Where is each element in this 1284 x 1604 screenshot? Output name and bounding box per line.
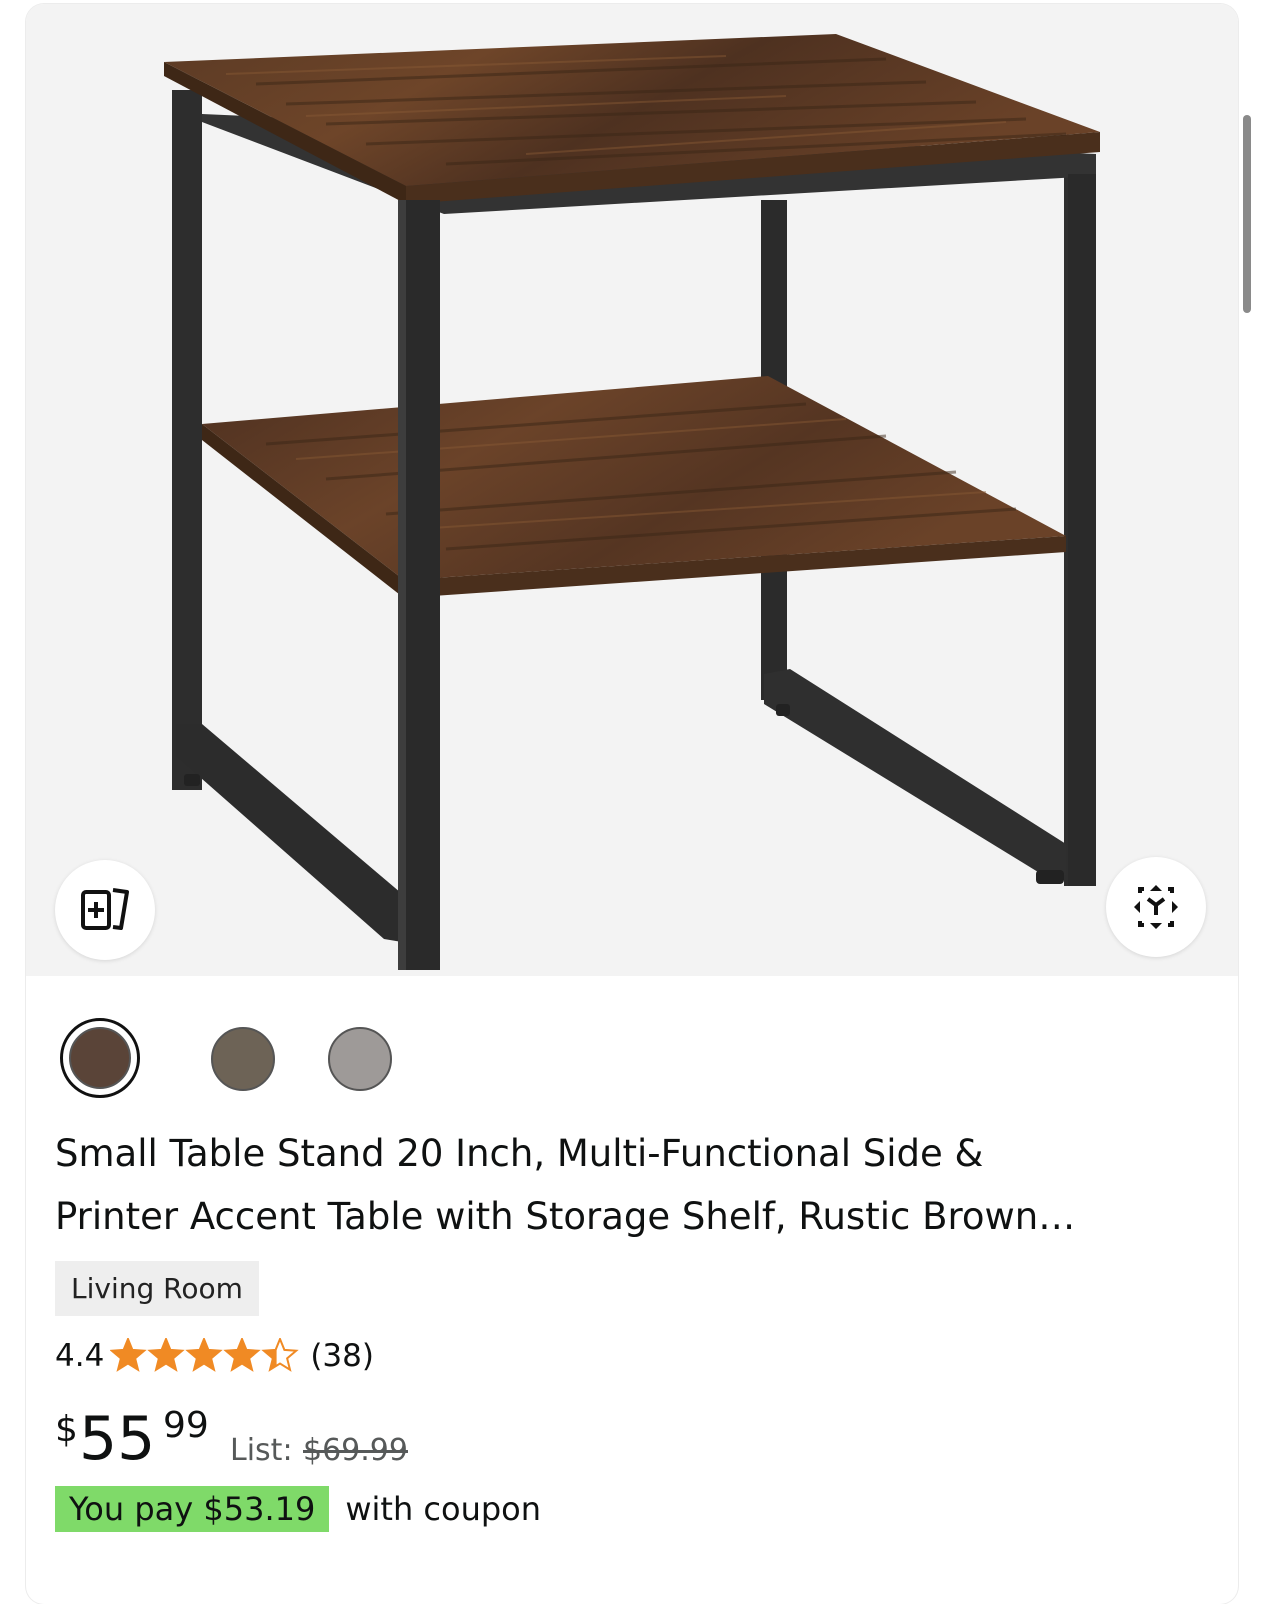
price-fraction: 99 [163, 1405, 209, 1446]
rating-row[interactable]: 4.4 (38) [55, 1331, 374, 1381]
swatch-greige[interactable] [211, 1027, 275, 1091]
product-image[interactable] [26, 4, 1238, 976]
coupon-row: You pay $53.19 with coupon [55, 1486, 541, 1532]
list-price-label: List: [230, 1433, 293, 1468]
view-in-room-button[interactable] [1106, 857, 1206, 957]
product-image-area[interactable] [26, 4, 1238, 976]
review-count[interactable]: (38) [310, 1338, 374, 1374]
swatch-color-fill [69, 1027, 131, 1089]
view-in-3d-icon [1134, 885, 1178, 929]
product-title[interactable]: Small Table Stand 20 Inch, Multi-Functio… [55, 1122, 1225, 1248]
product-title-line-2: Printer Accent Table with Storage Shelf,… [55, 1195, 1076, 1238]
price-whole: 55 [79, 1404, 156, 1474]
star-icon [150, 1339, 183, 1370]
compare-cards-icon [81, 888, 129, 930]
star-rating [110, 1338, 300, 1374]
scrollbar[interactable] [1243, 115, 1251, 313]
coupon-badge: You pay $53.19 [55, 1486, 330, 1532]
rating-value: 4.4 [55, 1338, 105, 1374]
star-icon [226, 1339, 259, 1370]
list-price: $69.99 [303, 1433, 408, 1468]
product-title-line-1: Small Table Stand 20 Inch, Multi-Functio… [55, 1132, 984, 1175]
category-badge[interactable]: Living Room [55, 1261, 259, 1316]
compare-button[interactable] [55, 860, 155, 960]
swatch-rustic-brown[interactable] [60, 1018, 140, 1098]
star-icon [112, 1339, 145, 1370]
coupon-text: with coupon [345, 1490, 542, 1528]
swatch-gray[interactable] [328, 1027, 392, 1091]
price-currency: $ [55, 1409, 78, 1450]
star-icon [188, 1339, 221, 1370]
